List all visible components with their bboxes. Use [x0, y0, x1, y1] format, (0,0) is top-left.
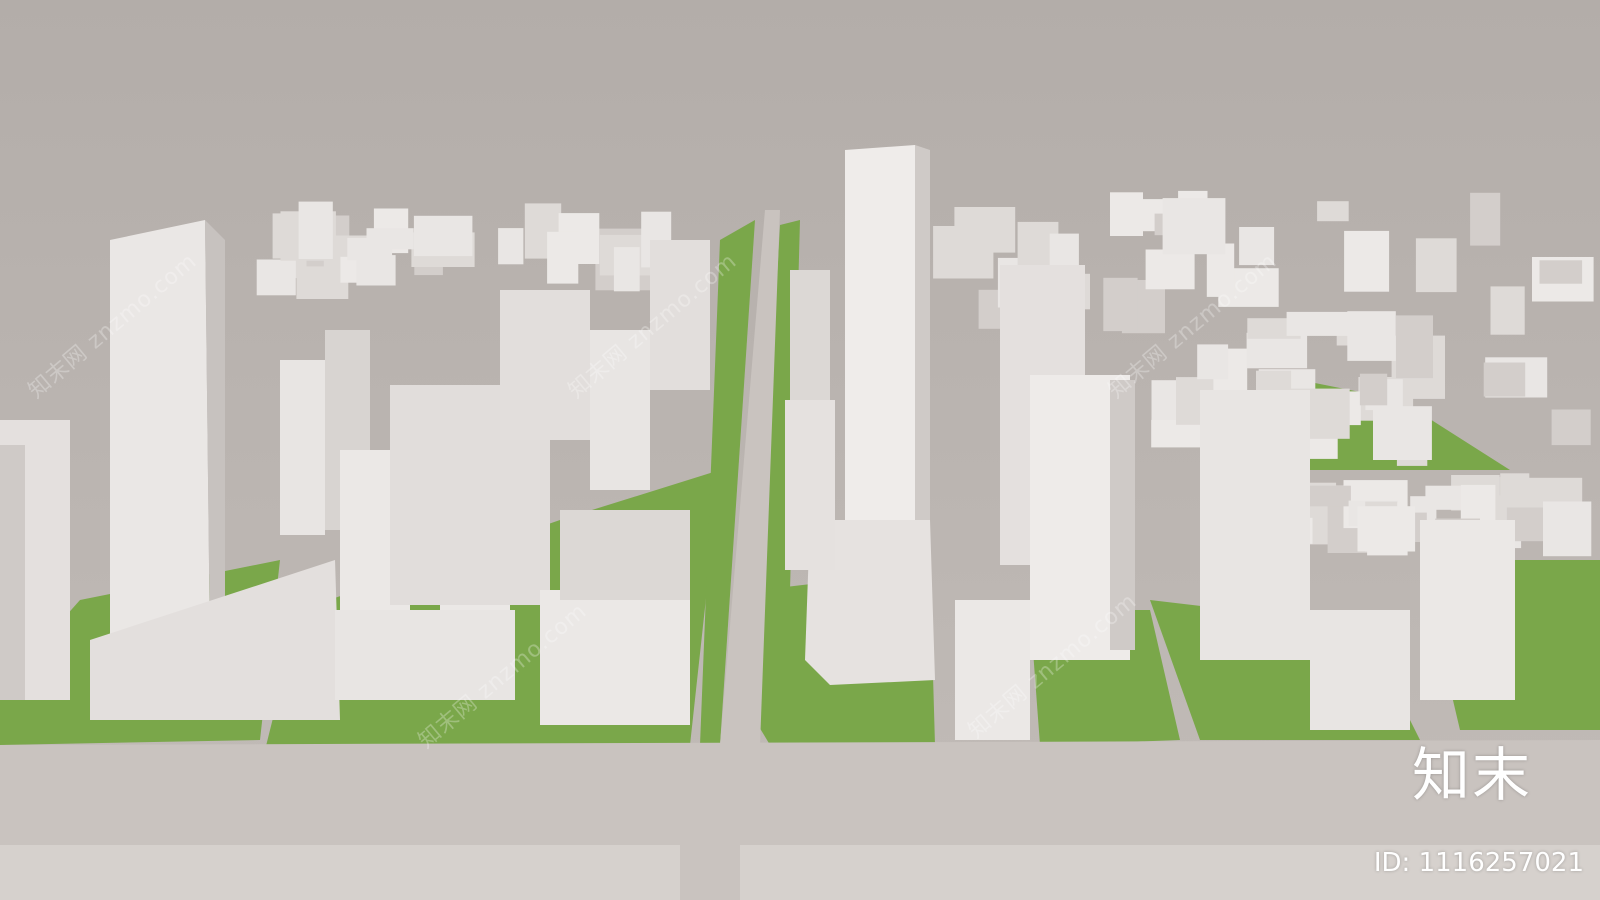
tower-c2: [790, 270, 830, 400]
background-building: [1396, 315, 1433, 379]
background-building: [413, 215, 473, 257]
tower-r4: [1200, 390, 1310, 660]
image-id-label: ID: 1116257021: [1373, 848, 1584, 878]
background-building: [1483, 362, 1526, 397]
background-building: [1347, 311, 1396, 361]
background-building: [1197, 344, 1229, 380]
plaza-foreground-left: [0, 845, 680, 900]
background-building: [1286, 311, 1350, 336]
background-building: [298, 201, 333, 259]
background-building: [1551, 409, 1591, 446]
background-building: [1415, 238, 1457, 293]
background-building: [1145, 249, 1195, 290]
central-supertall-side: [915, 145, 930, 560]
background-building: [1359, 373, 1388, 406]
brand-logo-text: 知末: [1411, 741, 1532, 809]
tower-r6: [1420, 520, 1515, 700]
background-building: [954, 207, 1016, 253]
central-supertall-tower: [845, 145, 915, 565]
background-building: [1110, 192, 1143, 236]
block-m7: [560, 510, 690, 600]
background-building: [356, 255, 396, 286]
background-building: [1490, 286, 1525, 335]
left-edge-building-shade: [0, 445, 25, 700]
background-building: [1543, 501, 1592, 557]
city-scene: [0, 0, 1600, 900]
background-building: [1539, 260, 1583, 284]
background-building: [1373, 406, 1432, 460]
background-building: [1103, 277, 1138, 332]
city-massing-render: 知末网 znzmo.com 知末网 znzmo.com 知末网 znzmo.co…: [0, 0, 1600, 900]
background-building: [1357, 506, 1416, 552]
background-building: [1425, 485, 1466, 510]
tower-m1: [280, 360, 325, 535]
background-building: [1317, 201, 1349, 222]
tower-c1: [785, 400, 835, 570]
background-building: [1470, 192, 1501, 246]
background-building: [613, 247, 640, 292]
block-r5: [1310, 610, 1410, 730]
background-building: [1162, 198, 1226, 255]
background-building: [547, 231, 579, 284]
background-building: [1344, 230, 1390, 292]
background-building: [498, 228, 524, 265]
background-building: [256, 259, 296, 296]
